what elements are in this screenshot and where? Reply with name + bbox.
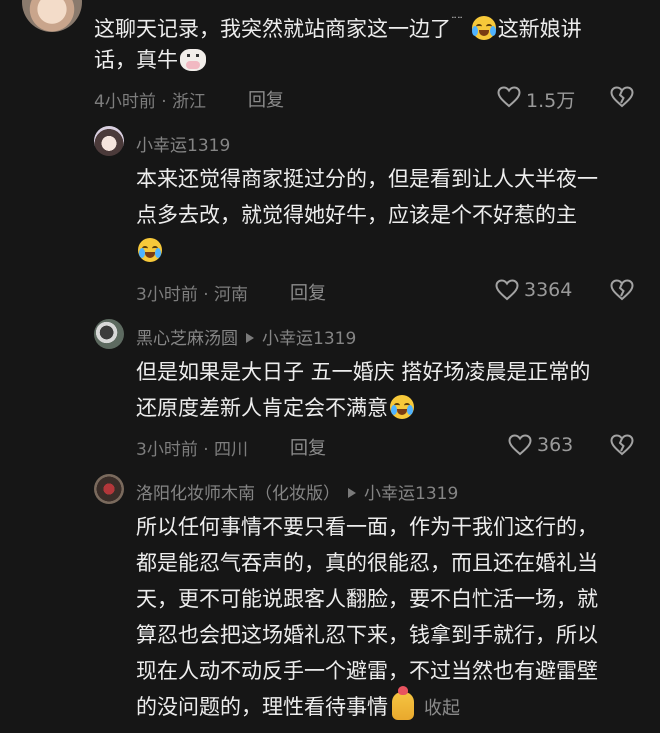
comment-text: 这聊天记录，我突然就站商家这一边了¨¨ 这新娘讲 [94, 15, 582, 41]
comment-text-line: 所以任何事情不要只看一面，作为干我们这行的， [136, 515, 598, 539]
crying-laughing-emoji [471, 16, 496, 40]
like-count: 1.5万 [526, 90, 576, 112]
reply-button[interactable]: 回复 [290, 434, 326, 460]
like-count: 3364 [524, 279, 573, 301]
crying-emoji [138, 238, 162, 262]
comment-text-line: 都是能忍气吞声的，真的很能忍，而且还在婚礼当 [136, 551, 598, 575]
reply-to-username[interactable]: 小幸运1319 [262, 329, 356, 349]
praying-hands-emoji [392, 686, 414, 720]
heart-icon[interactable] [495, 279, 519, 301]
crying-emoji [390, 395, 414, 419]
comment-text-line: 天，更不可能说跟客人翻脸，要不白忙活一场，就 [136, 587, 598, 611]
reply-to-username[interactable]: 小幸运1319 [364, 484, 458, 504]
comment-text: 话，真牛 [94, 42, 206, 78]
avatar[interactable] [94, 474, 124, 504]
comment-meta: 4小时前 · 浙江 [94, 92, 207, 112]
like-count: 363 [537, 434, 574, 456]
collapse-button[interactable]: 收起 [424, 698, 460, 719]
comment-text: 还原度差新人肯定会不满意 [136, 390, 416, 426]
comment-text [136, 233, 164, 269]
heart-icon[interactable] [508, 434, 532, 456]
comment-text-line: 话，真牛 [94, 48, 178, 72]
comment-text-line: 算忍也会把这场婚礼忍下来，钱拿到手就行，所以 [136, 623, 598, 647]
dislike-heart-icon[interactable] [610, 434, 634, 456]
play-triangle-icon [348, 488, 356, 498]
username[interactable]: 小幸运1319 [136, 131, 230, 156]
reply-button[interactable]: 回复 [290, 279, 326, 305]
play-triangle-icon [246, 333, 254, 343]
comment-text-line: 但是如果是大日子 五一婚庆 搭好场凌晨是正常的 [136, 360, 591, 384]
dislike-heart-icon[interactable] [610, 86, 634, 108]
comment-text-line: 还原度差新人肯定会不满意 [136, 396, 388, 420]
avatar[interactable] [22, 0, 82, 32]
avatar[interactable] [94, 319, 124, 349]
comment-meta: 3小时前 · 河南 [136, 285, 249, 305]
comment-text: 的没问题的，理性看待事情 收起 [136, 686, 460, 727]
username-line: 洛阳化妆师木南（化妆版） 小幸运1319 [136, 479, 458, 504]
cow-emoji [180, 49, 206, 71]
comment-text-line: 的没问题的，理性看待事情 [136, 695, 388, 719]
username[interactable]: 洛阳化妆师木南（化妆版） [136, 484, 340, 504]
username-line: 黑心芝麻汤圆 小幸运1319 [136, 324, 356, 349]
comment-meta: 3小时前 · 四川 [136, 440, 249, 460]
avatar[interactable] [94, 126, 124, 156]
comment-text-line: 本来还觉得商家挺过分的，但是看到让人大半夜一 [136, 167, 598, 191]
heart-icon[interactable] [497, 86, 521, 108]
comment-text-line: 这新娘讲 [497, 17, 582, 41]
dislike-heart-icon[interactable] [610, 279, 634, 301]
username[interactable]: 黑心芝麻汤圆 [136, 329, 238, 349]
comment-text-line: 这聊天记录，我突然就站商家这一边了 [94, 17, 451, 41]
comment-text-line: 现在人动不动反手一个避雷，不过当然也有避雷壁 [136, 659, 598, 683]
reply-button[interactable]: 回复 [248, 86, 284, 112]
comment-text-line: 点多去改，就觉得她好牛，应该是个不好惹的主 [136, 203, 577, 227]
